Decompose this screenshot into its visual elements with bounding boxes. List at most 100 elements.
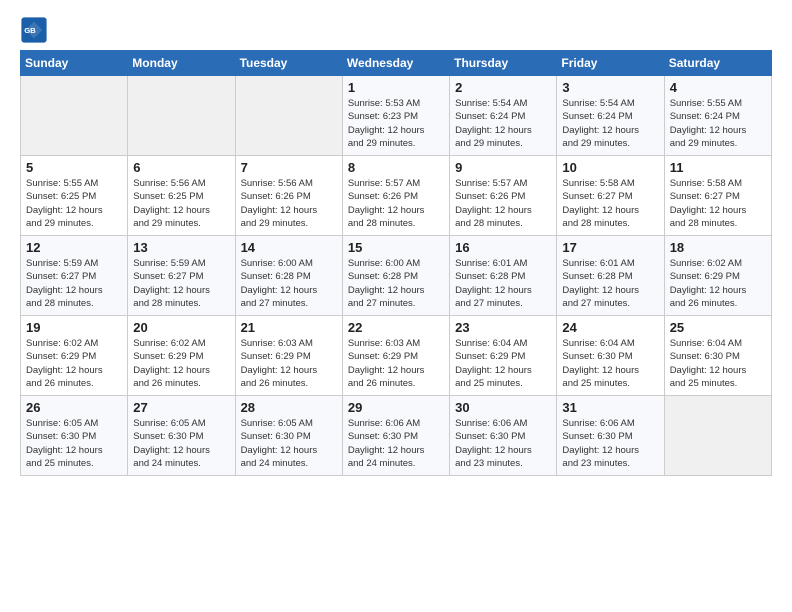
day-info: Sunrise: 6:02 AM Sunset: 6:29 PM Dayligh… bbox=[670, 257, 766, 310]
day-number: 19 bbox=[26, 320, 122, 335]
svg-text:GB: GB bbox=[24, 26, 36, 35]
day-number: 8 bbox=[348, 160, 444, 175]
logo: GB bbox=[20, 16, 52, 44]
day-number: 5 bbox=[26, 160, 122, 175]
week-row-1: 1 Sunrise: 5:53 AM Sunset: 6:23 PM Daylig… bbox=[21, 76, 772, 156]
calendar-table: SundayMondayTuesdayWednesdayThursdayFrid… bbox=[20, 50, 772, 476]
day-cell: 17 Sunrise: 6:01 AM Sunset: 6:28 PM Dayli… bbox=[557, 236, 664, 316]
day-number: 14 bbox=[241, 240, 337, 255]
day-info: Sunrise: 5:55 AM Sunset: 6:25 PM Dayligh… bbox=[26, 177, 122, 230]
day-cell bbox=[235, 76, 342, 156]
day-info: Sunrise: 5:57 AM Sunset: 6:26 PM Dayligh… bbox=[455, 177, 551, 230]
day-number: 20 bbox=[133, 320, 229, 335]
day-info: Sunrise: 6:06 AM Sunset: 6:30 PM Dayligh… bbox=[455, 417, 551, 470]
day-info: Sunrise: 6:04 AM Sunset: 6:29 PM Dayligh… bbox=[455, 337, 551, 390]
day-number: 27 bbox=[133, 400, 229, 415]
day-cell: 7 Sunrise: 5:56 AM Sunset: 6:26 PM Daylig… bbox=[235, 156, 342, 236]
week-row-2: 5 Sunrise: 5:55 AM Sunset: 6:25 PM Daylig… bbox=[21, 156, 772, 236]
day-number: 21 bbox=[241, 320, 337, 335]
col-header-friday: Friday bbox=[557, 51, 664, 76]
day-number: 17 bbox=[562, 240, 658, 255]
day-cell: 15 Sunrise: 6:00 AM Sunset: 6:28 PM Dayli… bbox=[342, 236, 449, 316]
day-info: Sunrise: 5:54 AM Sunset: 6:24 PM Dayligh… bbox=[562, 97, 658, 150]
day-cell: 6 Sunrise: 5:56 AM Sunset: 6:25 PM Daylig… bbox=[128, 156, 235, 236]
day-cell: 24Sunrise: 6:04 AM Sunset: 6:30 PM Dayli… bbox=[557, 316, 664, 396]
day-info: Sunrise: 6:05 AM Sunset: 6:30 PM Dayligh… bbox=[133, 417, 229, 470]
col-header-wednesday: Wednesday bbox=[342, 51, 449, 76]
day-cell: 23 Sunrise: 6:04 AM Sunset: 6:29 PM Dayli… bbox=[450, 316, 557, 396]
week-row-3: 12 Sunrise: 5:59 AM Sunset: 6:27 PM Dayli… bbox=[21, 236, 772, 316]
day-cell bbox=[128, 76, 235, 156]
day-cell: 26Sunrise: 6:05 AM Sunset: 6:30 PM Dayli… bbox=[21, 396, 128, 476]
day-number: 18 bbox=[670, 240, 766, 255]
day-cell: 22 Sunrise: 6:03 AM Sunset: 6:29 PM Dayli… bbox=[342, 316, 449, 396]
col-header-sunday: Sunday bbox=[21, 51, 128, 76]
day-cell: 9 Sunrise: 5:57 AM Sunset: 6:26 PM Daylig… bbox=[450, 156, 557, 236]
day-info: Sunrise: 5:56 AM Sunset: 6:25 PM Dayligh… bbox=[133, 177, 229, 230]
day-info: Sunrise: 6:03 AM Sunset: 6:29 PM Dayligh… bbox=[348, 337, 444, 390]
day-cell bbox=[664, 396, 771, 476]
day-number: 28 bbox=[241, 400, 337, 415]
day-cell: 29 Sunrise: 6:06 AM Sunset: 6:30 PM Dayli… bbox=[342, 396, 449, 476]
day-number: 12 bbox=[26, 240, 122, 255]
day-number: 13 bbox=[133, 240, 229, 255]
day-cell: 14Sunrise: 6:00 AM Sunset: 6:28 PM Dayli… bbox=[235, 236, 342, 316]
day-info: Sunrise: 6:06 AM Sunset: 6:30 PM Dayligh… bbox=[348, 417, 444, 470]
day-number: 23 bbox=[455, 320, 551, 335]
day-cell: 3Sunrise: 5:54 AM Sunset: 6:24 PM Daylig… bbox=[557, 76, 664, 156]
day-cell: 8 Sunrise: 5:57 AM Sunset: 6:26 PM Daylig… bbox=[342, 156, 449, 236]
day-cell: 5 Sunrise: 5:55 AM Sunset: 6:25 PM Daylig… bbox=[21, 156, 128, 236]
week-row-4: 19 Sunrise: 6:02 AM Sunset: 6:29 PM Dayli… bbox=[21, 316, 772, 396]
day-info: Sunrise: 5:59 AM Sunset: 6:27 PM Dayligh… bbox=[26, 257, 122, 310]
day-info: Sunrise: 6:02 AM Sunset: 6:29 PM Dayligh… bbox=[26, 337, 122, 390]
day-number: 29 bbox=[348, 400, 444, 415]
day-info: Sunrise: 5:57 AM Sunset: 6:26 PM Dayligh… bbox=[348, 177, 444, 230]
day-info: Sunrise: 6:06 AM Sunset: 6:30 PM Dayligh… bbox=[562, 417, 658, 470]
day-number: 16 bbox=[455, 240, 551, 255]
day-cell: 4 Sunrise: 5:55 AM Sunset: 6:24 PM Daylig… bbox=[664, 76, 771, 156]
logo-icon: GB bbox=[20, 16, 48, 44]
day-cell: 16 Sunrise: 6:01 AM Sunset: 6:28 PM Dayli… bbox=[450, 236, 557, 316]
day-cell: 18 Sunrise: 6:02 AM Sunset: 6:29 PM Dayli… bbox=[664, 236, 771, 316]
day-info: Sunrise: 5:59 AM Sunset: 6:27 PM Dayligh… bbox=[133, 257, 229, 310]
day-info: Sunrise: 5:53 AM Sunset: 6:23 PM Dayligh… bbox=[348, 97, 444, 150]
day-cell bbox=[21, 76, 128, 156]
day-cell: 19 Sunrise: 6:02 AM Sunset: 6:29 PM Dayli… bbox=[21, 316, 128, 396]
week-row-5: 26Sunrise: 6:05 AM Sunset: 6:30 PM Dayli… bbox=[21, 396, 772, 476]
day-number: 9 bbox=[455, 160, 551, 175]
day-info: Sunrise: 6:04 AM Sunset: 6:30 PM Dayligh… bbox=[562, 337, 658, 390]
header-row: SundayMondayTuesdayWednesdayThursdayFrid… bbox=[21, 51, 772, 76]
day-number: 30 bbox=[455, 400, 551, 415]
day-info: Sunrise: 5:55 AM Sunset: 6:24 PM Dayligh… bbox=[670, 97, 766, 150]
day-info: Sunrise: 5:54 AM Sunset: 6:24 PM Dayligh… bbox=[455, 97, 551, 150]
day-cell: 12 Sunrise: 5:59 AM Sunset: 6:27 PM Dayli… bbox=[21, 236, 128, 316]
day-number: 2 bbox=[455, 80, 551, 95]
day-number: 31 bbox=[562, 400, 658, 415]
col-header-monday: Monday bbox=[128, 51, 235, 76]
header: GB bbox=[20, 16, 772, 44]
day-cell: 31 Sunrise: 6:06 AM Sunset: 6:30 PM Dayli… bbox=[557, 396, 664, 476]
day-cell: 10Sunrise: 5:58 AM Sunset: 6:27 PM Dayli… bbox=[557, 156, 664, 236]
day-info: Sunrise: 6:01 AM Sunset: 6:28 PM Dayligh… bbox=[455, 257, 551, 310]
day-info: Sunrise: 6:05 AM Sunset: 6:30 PM Dayligh… bbox=[241, 417, 337, 470]
day-cell: 1 Sunrise: 5:53 AM Sunset: 6:23 PM Daylig… bbox=[342, 76, 449, 156]
day-number: 22 bbox=[348, 320, 444, 335]
day-cell: 11 Sunrise: 5:58 AM Sunset: 6:27 PM Dayli… bbox=[664, 156, 771, 236]
day-number: 15 bbox=[348, 240, 444, 255]
day-number: 6 bbox=[133, 160, 229, 175]
day-info: Sunrise: 6:00 AM Sunset: 6:28 PM Dayligh… bbox=[348, 257, 444, 310]
day-info: Sunrise: 6:01 AM Sunset: 6:28 PM Dayligh… bbox=[562, 257, 658, 310]
day-cell: 2 Sunrise: 5:54 AM Sunset: 6:24 PM Daylig… bbox=[450, 76, 557, 156]
day-cell: 27 Sunrise: 6:05 AM Sunset: 6:30 PM Dayli… bbox=[128, 396, 235, 476]
day-number: 4 bbox=[670, 80, 766, 95]
day-number: 1 bbox=[348, 80, 444, 95]
day-cell: 20Sunrise: 6:02 AM Sunset: 6:29 PM Dayli… bbox=[128, 316, 235, 396]
day-info: Sunrise: 5:58 AM Sunset: 6:27 PM Dayligh… bbox=[562, 177, 658, 230]
day-cell: 25Sunrise: 6:04 AM Sunset: 6:30 PM Dayli… bbox=[664, 316, 771, 396]
day-cell: 28 Sunrise: 6:05 AM Sunset: 6:30 PM Dayli… bbox=[235, 396, 342, 476]
day-info: Sunrise: 5:58 AM Sunset: 6:27 PM Dayligh… bbox=[670, 177, 766, 230]
day-info: Sunrise: 5:56 AM Sunset: 6:26 PM Dayligh… bbox=[241, 177, 337, 230]
day-number: 11 bbox=[670, 160, 766, 175]
day-info: Sunrise: 6:03 AM Sunset: 6:29 PM Dayligh… bbox=[241, 337, 337, 390]
day-number: 7 bbox=[241, 160, 337, 175]
